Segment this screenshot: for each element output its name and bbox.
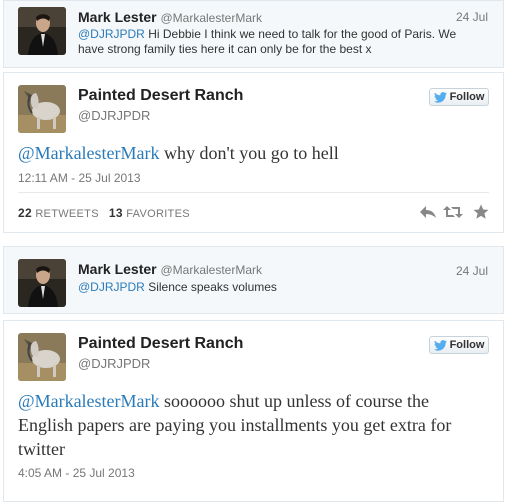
avatar-painted-desert-ranch[interactable] [18,85,66,133]
author-handle[interactable]: @MarkalesterMark [160,11,262,25]
favorites-count[interactable]: 13 [109,206,123,220]
parent-author[interactable]: Mark Lester @MarkalesterMark [78,261,262,277]
main-tweet-1: Painted Desert Ranch @DJRJPDR Follow @Ma… [3,72,504,233]
favorites-label[interactable]: FAVORITES [126,208,190,220]
parent-tweet-2[interactable]: Mark Lester @MarkalesterMark 24 Jul @DJR… [3,246,504,314]
author-handle[interactable]: @MarkalesterMark [160,263,262,277]
twitter-bird-icon [433,339,447,351]
mention-link[interactable]: @DJRJPDR [78,27,145,41]
mention-link[interactable]: @MarkalesterMark [18,391,160,411]
tweet-date[interactable]: 24 Jul [456,10,488,24]
tweet-body: why don't you go to hell [159,143,339,163]
follow-label: Follow [449,339,485,351]
twitter-bird-icon [433,91,447,103]
mention-link[interactable]: @MarkalesterMark [18,143,160,163]
follow-button[interactable]: Follow [429,336,489,354]
retweets-count[interactable]: 22 [18,206,32,220]
author-name[interactable]: Mark Lester [78,9,157,25]
parent-tweet-text: @DJRJPDR Hi Debbie I think we need to ta… [78,27,478,57]
tweet-timestamp[interactable]: 12:11 AM - 25 Jul 2013 [18,171,141,185]
main-tweet-text: @MarkalesterMark soooooo shut up unless … [18,389,488,461]
follow-label: Follow [449,91,485,103]
author-name[interactable]: Mark Lester [78,261,157,277]
tweet-date[interactable]: 24 Jul [456,264,488,278]
main-tweet-2: Painted Desert Ranch @DJRJPDR Follow @Ma… [3,320,504,502]
mention-link[interactable]: @DJRJPDR [78,280,145,294]
author-handle[interactable]: @DJRJPDR [78,356,150,371]
parent-tweet-text: @DJRJPDR Silence speaks volumes [78,280,478,295]
author-name[interactable]: Painted Desert Ranch [78,87,243,105]
avatar-mark-lester[interactable] [18,259,66,307]
avatar-painted-desert-ranch[interactable] [18,333,66,381]
parent-author[interactable]: Mark Lester @MarkalesterMark [78,9,262,25]
tweet-stats: 22 RETWEETS 13 FAVORITES [18,206,190,220]
retweets-label[interactable]: RETWEETS [35,208,99,220]
reply-icon[interactable] [419,205,437,219]
favorite-icon[interactable] [473,204,489,220]
author-handle[interactable]: @DJRJPDR [78,108,150,123]
follow-button[interactable]: Follow [429,88,489,106]
parent-tweet-1[interactable]: Mark Lester @MarkalesterMark 24 Jul @DJR… [3,0,504,68]
tweet-timestamp[interactable]: 4:05 AM - 25 Jul 2013 [18,466,135,480]
main-tweet-text: @MarkalesterMark why don't you go to hel… [18,141,488,165]
retweet-icon[interactable] [443,205,463,219]
tweet-body: Silence speaks volumes [144,280,277,294]
divider [18,192,489,193]
author-name[interactable]: Painted Desert Ranch [78,335,243,353]
avatar-mark-lester[interactable] [18,7,66,55]
